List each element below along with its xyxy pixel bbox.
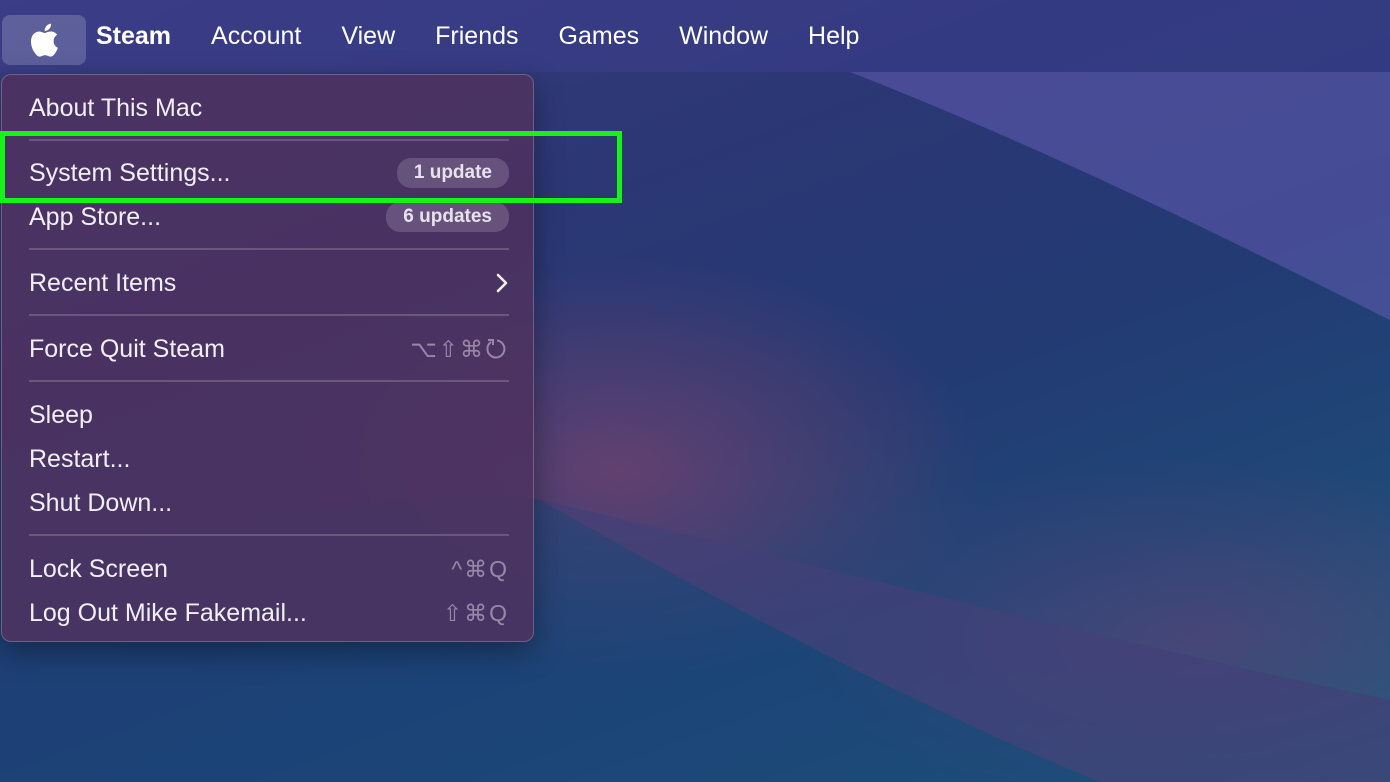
menu-item-about-this-mac[interactable]: About This Mac bbox=[29, 88, 509, 128]
menubar-item-account[interactable]: Account bbox=[191, 22, 321, 51]
menubar-item-window[interactable]: Window bbox=[659, 22, 788, 51]
menu-item-label: System Settings... bbox=[29, 158, 231, 187]
menu-item-label: Lock Screen bbox=[29, 554, 168, 583]
menu-separator bbox=[29, 534, 509, 536]
menu-item-sleep[interactable]: Sleep bbox=[29, 395, 509, 435]
apple-dropdown-menu: About This Mac System Settings... 1 upda… bbox=[1, 74, 534, 642]
menu-item-force-quit[interactable]: Force Quit Steam ⌥⇧⌘ bbox=[29, 329, 509, 369]
menubar-item-help[interactable]: Help bbox=[788, 22, 879, 51]
menu-item-app-store[interactable]: App Store... 6 updates bbox=[29, 197, 509, 237]
menu-item-label: Log Out Mike Fakemail... bbox=[29, 598, 307, 627]
menu-separator bbox=[29, 248, 509, 250]
menu-item-label: About This Mac bbox=[29, 93, 203, 122]
menu-item-lock-screen[interactable]: Lock Screen ^⌘Q bbox=[29, 549, 509, 589]
menubar-item-games[interactable]: Games bbox=[539, 22, 660, 51]
menu-item-system-settings[interactable]: System Settings... 1 update bbox=[29, 153, 509, 193]
menu-item-label: App Store... bbox=[29, 202, 162, 231]
menubar-item-friends[interactable]: Friends bbox=[415, 22, 538, 51]
update-badge: 6 updates bbox=[386, 202, 509, 232]
menu-item-label: Recent Items bbox=[29, 268, 177, 297]
menu-item-recent-items[interactable]: Recent Items bbox=[29, 263, 509, 303]
menu-item-label: Restart... bbox=[29, 444, 131, 473]
menu-item-shut-down[interactable]: Shut Down... bbox=[29, 483, 509, 523]
chevron-right-icon bbox=[495, 272, 509, 294]
menu-item-log-out[interactable]: Log Out Mike Fakemail... ⇧⌘Q bbox=[29, 593, 509, 633]
menu-item-label: Sleep bbox=[29, 400, 93, 429]
menu-item-label: Force Quit Steam bbox=[29, 334, 225, 363]
apple-logo-icon bbox=[31, 23, 58, 57]
keyboard-shortcut: ^⌘Q bbox=[451, 555, 509, 582]
menu-separator bbox=[29, 139, 509, 141]
menu-bar: Steam Account View Friends Games Window … bbox=[0, 0, 1390, 72]
power-escape-icon bbox=[486, 339, 506, 359]
desktop-background: Steam Account View Friends Games Window … bbox=[0, 0, 1390, 782]
keyboard-shortcut: ⇧⌘Q bbox=[442, 599, 509, 626]
keyboard-shortcut: ⌥⇧⌘ bbox=[410, 336, 509, 363]
menu-separator bbox=[29, 314, 509, 316]
menu-separator bbox=[29, 380, 509, 382]
menu-item-restart[interactable]: Restart... bbox=[29, 439, 509, 479]
menubar-app-steam[interactable]: Steam bbox=[86, 22, 191, 51]
menubar-item-view[interactable]: View bbox=[321, 22, 415, 51]
menu-item-label: Shut Down... bbox=[29, 488, 173, 517]
apple-menu-button[interactable] bbox=[2, 15, 86, 65]
update-badge: 1 update bbox=[396, 158, 509, 188]
shortcut-keys: ⌥⇧⌘ bbox=[410, 335, 485, 362]
